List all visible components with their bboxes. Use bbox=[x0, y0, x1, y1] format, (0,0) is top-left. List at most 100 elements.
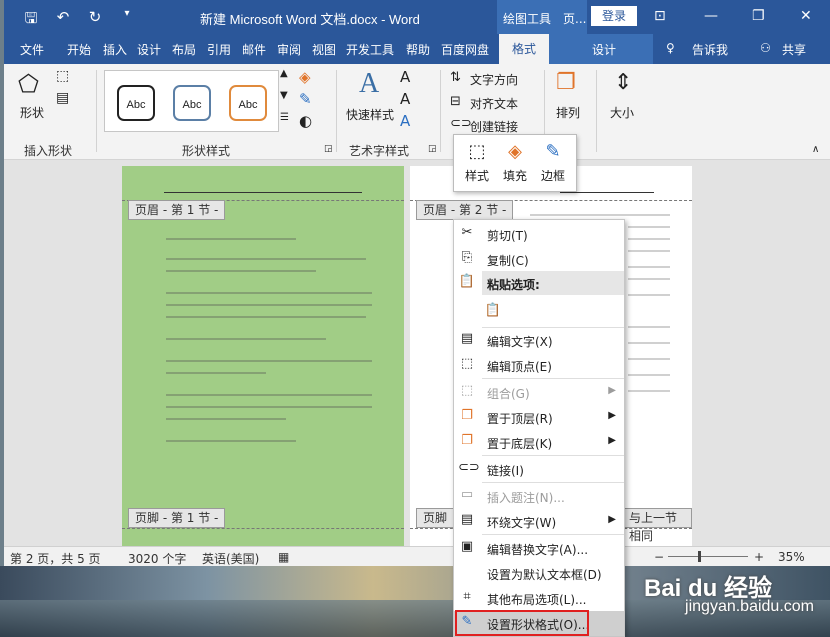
mini-toolbar: ⬚ 样式 ◈ 填充 ✎ 边框 bbox=[453, 134, 577, 192]
layout-options-icon: ⌗ bbox=[463, 589, 471, 604]
menu-item-bring-to-front[interactable]: ❐ 置于顶层(R) ▶ bbox=[454, 405, 624, 430]
tab-layout[interactable]: 布局 bbox=[172, 41, 196, 58]
collapse-ribbon-icon[interactable]: ∧ bbox=[812, 144, 819, 155]
tell-me-box[interactable]: 告诉我 bbox=[692, 41, 728, 58]
text-box-icon[interactable]: ▤ bbox=[56, 90, 69, 106]
align-text-icon[interactable]: ⊟ bbox=[450, 94, 461, 109]
shape-fill-icon[interactable]: ◈ bbox=[299, 68, 311, 86]
macro-record-icon[interactable]: ▦ bbox=[278, 550, 289, 564]
gallery-down-icon[interactable]: ▼ bbox=[280, 90, 288, 101]
close-button[interactable]: ✕ bbox=[800, 8, 812, 24]
text-line bbox=[166, 316, 366, 318]
tab-design-header[interactable]: 设计 bbox=[592, 41, 616, 58]
shape-style-blue[interactable]: Abc bbox=[173, 85, 211, 121]
menu-item-copy[interactable]: ⎘ 复制(C) bbox=[454, 247, 624, 272]
word-count[interactable]: 3020 个字 bbox=[128, 550, 186, 567]
size-button[interactable]: 大小 bbox=[610, 104, 634, 121]
text-direction-icon[interactable]: ⇅ bbox=[450, 70, 461, 85]
menu-item-set-default-textbox[interactable]: 设置为默认文本框(D) bbox=[454, 561, 624, 586]
align-text-button[interactable]: 对齐文本 bbox=[470, 95, 518, 112]
mini-border-button[interactable]: ✎ 边框 bbox=[534, 141, 572, 189]
menu-item-more-layout[interactable]: ⌗ 其他布局选项(L)... bbox=[454, 586, 624, 611]
link-icon[interactable]: ⊂⊃ bbox=[450, 116, 472, 131]
size-icon[interactable]: ⇕ bbox=[614, 70, 632, 95]
highlight-box bbox=[455, 610, 589, 636]
menu-label: 置于顶层(R) bbox=[487, 412, 553, 426]
zoom-in-icon[interactable]: + bbox=[754, 550, 764, 564]
mini-fill-button[interactable]: ◈ 填充 bbox=[496, 141, 534, 189]
menu-item-group[interactable]: ⬚ 组合(G) ▶ bbox=[454, 380, 624, 405]
menu-item-send-to-back[interactable]: ❐ 置于底层(K) ▶ bbox=[454, 430, 624, 455]
text-effects-icon[interactable]: A bbox=[400, 112, 410, 130]
tab-file[interactable]: 文件 bbox=[20, 41, 44, 58]
tab-view[interactable]: 视图 bbox=[312, 41, 336, 58]
undo-icon[interactable]: ↶ bbox=[54, 8, 72, 33]
menu-item-cut[interactable]: ✂ 剪切(T) bbox=[454, 222, 624, 247]
dialog-launcher-icon[interactable]: ◲ bbox=[428, 144, 437, 154]
tab-home[interactable]: 开始 bbox=[67, 41, 91, 58]
minimize-button[interactable]: — bbox=[704, 8, 718, 24]
tab-design[interactable]: 设计 bbox=[137, 41, 161, 58]
edit-points-icon: ⬚ bbox=[460, 356, 474, 371]
submenu-arrow-icon: ▶ bbox=[608, 435, 616, 446]
text-line bbox=[628, 226, 670, 228]
menu-item-edit-points[interactable]: ⬚ 编辑顶点(E) bbox=[454, 353, 624, 378]
zoom-level[interactable]: 35% bbox=[778, 550, 805, 564]
zoom-slider[interactable] bbox=[668, 556, 748, 557]
gallery-up-icon[interactable]: ▲ bbox=[280, 68, 288, 79]
language-indicator[interactable]: 英语(美国) bbox=[202, 550, 259, 567]
text-fill-icon[interactable]: A bbox=[400, 68, 410, 86]
menu-item-link[interactable]: ⊂⊃ 链接(I) bbox=[454, 457, 624, 482]
menu-item-wrap-text[interactable]: ▤ 环绕文字(W) ▶ bbox=[454, 509, 624, 534]
page2-header-tag: 页眉 - 第 2 节 - bbox=[416, 200, 514, 220]
shape-style-black[interactable]: Abc bbox=[117, 85, 155, 121]
zoom-slider-thumb[interactable] bbox=[698, 551, 701, 562]
quick-styles-icon[interactable]: A bbox=[359, 68, 379, 100]
share-button[interactable]: 共享 bbox=[782, 41, 806, 58]
restore-button[interactable]: ❐ bbox=[752, 8, 765, 24]
page-count[interactable]: 第 2 页，共 5 页 bbox=[10, 550, 101, 567]
menu-item-edit-alt-text[interactable]: ▣ 编辑替换文字(A)... bbox=[454, 536, 624, 561]
save-icon[interactable]: 🖫 bbox=[22, 8, 40, 33]
shapes-icon[interactable]: ⬠ bbox=[18, 70, 39, 98]
share-icon[interactable]: ⚇ bbox=[760, 41, 771, 55]
text-line bbox=[530, 214, 670, 216]
tab-mailings[interactable]: 邮件 bbox=[242, 41, 266, 58]
redo-icon[interactable]: ↻ bbox=[86, 8, 104, 33]
tab-references[interactable]: 引用 bbox=[207, 41, 231, 58]
send-back-icon: ❐ bbox=[461, 433, 473, 448]
text-direction-button[interactable]: 文字方向 bbox=[470, 71, 518, 88]
tab-review[interactable]: 审阅 bbox=[277, 41, 301, 58]
tab-format[interactable]: 格式 bbox=[499, 34, 549, 64]
create-link-button[interactable]: 创建链接 bbox=[470, 118, 518, 135]
shape-outline-icon[interactable]: ✎ bbox=[299, 90, 312, 108]
menu-item-edit-text[interactable]: ▤ 编辑文字(X) bbox=[454, 328, 624, 353]
tab-baidu[interactable]: 百度网盘 bbox=[441, 41, 489, 58]
text-line bbox=[166, 304, 372, 306]
menu-item-insert-caption[interactable]: ▭ 插入题注(N)... bbox=[454, 484, 624, 509]
shape-effects-icon[interactable]: ◐ bbox=[299, 112, 312, 130]
quick-styles-button[interactable]: 快速样式 bbox=[346, 106, 394, 123]
lightbulb-icon[interactable]: ♀ bbox=[666, 41, 675, 55]
zoom-out-icon[interactable]: − bbox=[654, 550, 664, 564]
text-line bbox=[628, 358, 670, 360]
edit-shape-icon[interactable]: ⬚ bbox=[56, 68, 69, 84]
header-line bbox=[560, 192, 654, 193]
mini-style-button[interactable]: ⬚ 样式 bbox=[458, 141, 496, 189]
arrange-button[interactable]: 排列 bbox=[556, 104, 580, 121]
ribbon-display-icon[interactable]: ⊡ bbox=[654, 8, 666, 24]
menu-label: 插入题注(N)... bbox=[487, 491, 565, 505]
arrange-icon[interactable]: ❐ bbox=[556, 70, 576, 95]
dialog-launcher-icon[interactable]: ◲ bbox=[324, 144, 333, 154]
menu-label: 置于底层(K) bbox=[487, 437, 553, 451]
login-button[interactable]: 登录 bbox=[591, 6, 637, 26]
tab-insert[interactable]: 插入 bbox=[103, 41, 127, 58]
shape-style-orange[interactable]: Abc bbox=[229, 85, 267, 121]
tab-help[interactable]: 帮助 bbox=[406, 41, 430, 58]
shapes-button[interactable]: 形状 bbox=[20, 104, 44, 121]
text-outline-icon[interactable]: A bbox=[400, 90, 410, 108]
gallery-more-icon[interactable]: ☰ bbox=[280, 112, 289, 123]
tab-developer[interactable]: 开发工具 bbox=[346, 41, 394, 58]
customize-qat-icon[interactable]: ▾ bbox=[118, 8, 136, 33]
paste-option-keep[interactable]: 📋 bbox=[454, 298, 624, 326]
